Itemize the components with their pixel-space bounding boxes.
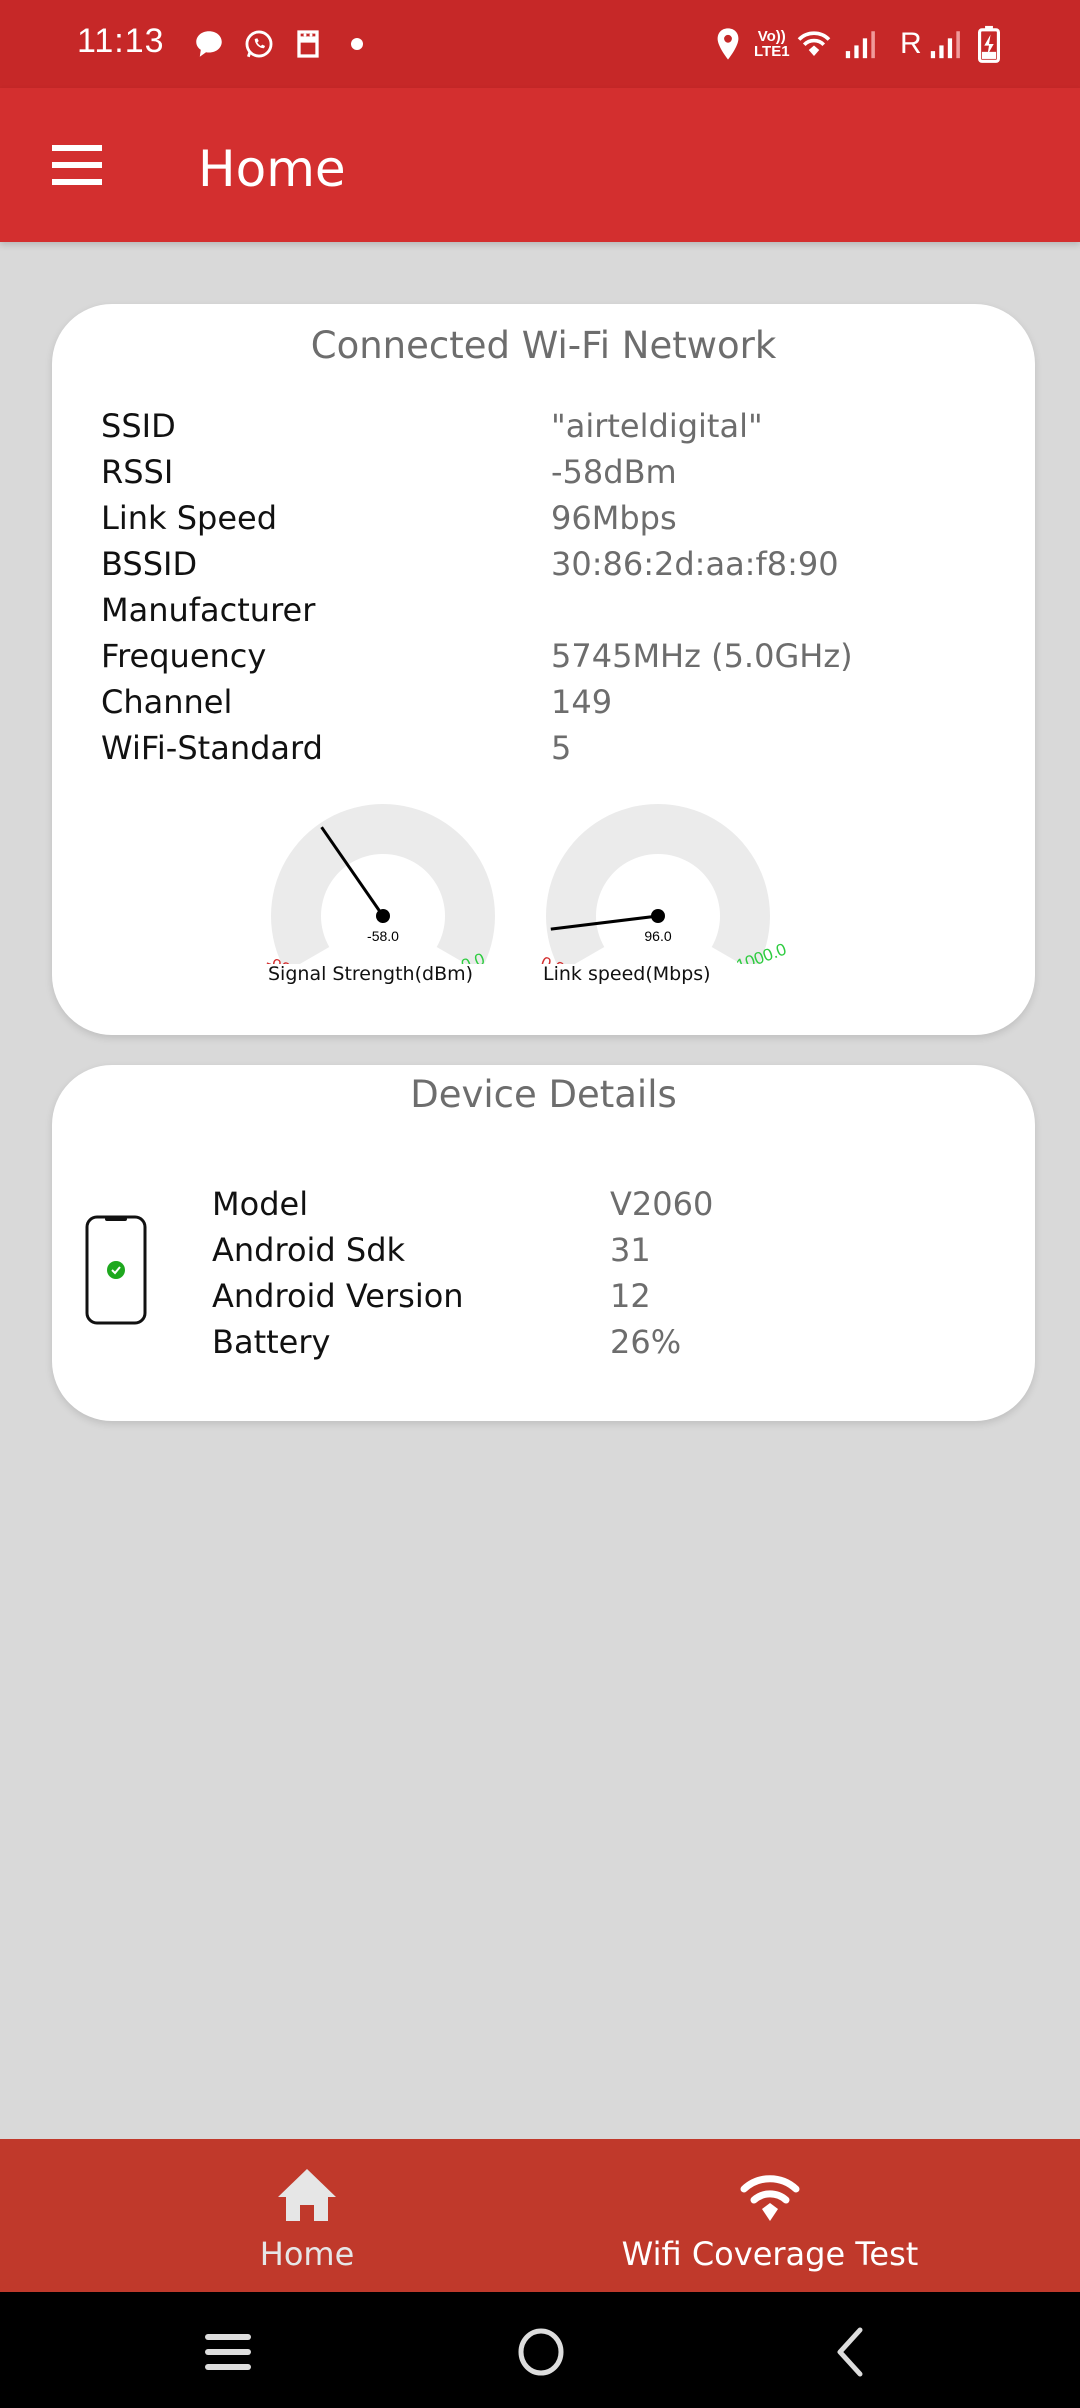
phone-check-icon <box>85 1215 147 1325</box>
connected-wifi-card: Connected Wi-Fi Network SSID "airteldigi… <box>52 304 1035 1035</box>
row-label: BSSID <box>101 545 198 583</box>
row-label: RSSI <box>101 453 174 491</box>
home-icon <box>276 2165 338 2223</box>
link-speed-label: Link speed(Mbps) <box>543 963 711 985</box>
gauge-hub <box>376 909 390 923</box>
status-time: 11:13 <box>77 22 165 60</box>
message-icon <box>192 26 226 62</box>
row-value: 5 <box>551 729 572 767</box>
row-value: 149 <box>551 683 613 721</box>
row-label: Channel <box>101 683 233 721</box>
location-icon <box>715 26 741 62</box>
row-label: SSID <box>101 407 176 445</box>
nav-label-wifi-coverage-test: Wifi Coverage Test <box>621 2235 919 2273</box>
dot-icon <box>350 26 364 62</box>
link-speed-gauge: 0.0 1000.0 96.0 <box>538 804 789 964</box>
row-value: -58dBm <box>551 453 677 491</box>
gauge-value-label: 96.0 <box>644 928 671 944</box>
row-value: 96Mbps <box>551 499 677 537</box>
signal-sim1-icon <box>843 26 877 62</box>
nav-item-home[interactable]: Home <box>207 2139 407 2292</box>
gauge-hub <box>651 909 665 923</box>
hamburger-menu-icon[interactable] <box>42 132 112 198</box>
row-value: 12 <box>610 1277 651 1315</box>
system-navigation-bar <box>0 2292 1080 2408</box>
bottom-navigation: Home Wifi Coverage Test <box>0 2139 1080 2292</box>
status-bar: 11:13 Vo)) LTE1 R <box>0 0 1080 88</box>
row-label: Manufacturer <box>101 591 316 629</box>
device-card-title: Device Details <box>410 1073 677 1116</box>
wifi-card-title: Connected Wi-Fi Network <box>310 324 777 367</box>
back-icon[interactable] <box>815 2322 885 2382</box>
row-label: WiFi-Standard <box>101 729 323 767</box>
wifi-status-icon <box>796 26 832 62</box>
battery-charging-icon <box>978 25 1000 63</box>
row-value: "airteldigital" <box>551 407 763 445</box>
recents-icon[interactable] <box>193 2322 263 2382</box>
app-toolbar: Home <box>0 88 1080 242</box>
row-label: Android Version <box>212 1277 464 1315</box>
device-details-card: Device Details Model V2060 Android Sdk 3… <box>52 1065 1035 1421</box>
roaming-r-icon: R <box>900 27 922 60</box>
row-value: V2060 <box>610 1185 714 1223</box>
app-notification-icon <box>293 26 323 62</box>
nav-item-wifi-coverage-test[interactable]: Wifi Coverage Test <box>590 2139 950 2292</box>
signal-strength-label: Signal Strength(dBm) <box>268 963 474 985</box>
row-value: 5745MHz (5.0GHz) <box>551 637 853 675</box>
volte-lte1-icon: Vo)) LTE1 <box>754 28 790 60</box>
page-title: Home <box>198 140 346 198</box>
wifi-icon <box>740 2165 800 2223</box>
row-label: Battery <box>212 1323 331 1361</box>
signal-sim2-icon <box>928 26 962 62</box>
whatsapp-icon <box>242 26 276 62</box>
row-value: 30:86:2d:aa:f8:90 <box>551 545 839 583</box>
row-label: Link Speed <box>101 499 278 537</box>
row-label: Android Sdk <box>212 1231 406 1269</box>
nav-label-home: Home <box>259 2235 355 2273</box>
gauge-value-label: -58.0 <box>367 928 399 944</box>
row-value: 26% <box>610 1323 682 1361</box>
row-value: 31 <box>610 1231 651 1269</box>
signal-strength-gauge: -90.0 0.0 -58.0 <box>263 804 495 964</box>
row-label: Model <box>212 1185 309 1223</box>
home-circle-icon[interactable] <box>506 2322 576 2382</box>
row-label: Frequency <box>101 637 267 675</box>
